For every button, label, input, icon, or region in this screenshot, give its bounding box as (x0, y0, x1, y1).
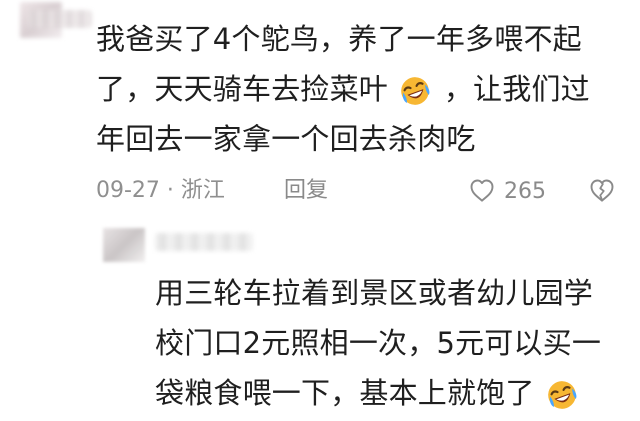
like-button[interactable]: 265 (468, 171, 546, 211)
comment-line-2-part-1: 了，天天骑车去捡菜叶 (96, 72, 389, 106)
reply-line-1: 用三轮车拉着到景区或者幼儿园学 (155, 276, 594, 310)
comment-line-2: 了，天天骑车去捡菜叶 ，让我们过 (96, 64, 626, 114)
comment-meta-row: 09-27 · 浙江 回复 265 (96, 171, 616, 211)
rolling-on-the-floor-laughing-icon (548, 381, 577, 409)
reply-line-3-text: 袋粮食喂一下，基本上就饱了 (155, 376, 535, 410)
reply-line-2: 校门口2元照相一次，5元可以买一 (155, 326, 602, 360)
rolling-on-the-floor-laughing-icon (401, 77, 430, 105)
like-count: 265 (504, 178, 546, 204)
reply-avatar[interactable] (103, 228, 145, 262)
comment-line-3: 年回去一家拿一个回去杀肉吃 (96, 122, 476, 156)
comment-date-location: 09-27 · 浙江 (96, 178, 225, 203)
username-blur (28, 10, 92, 28)
comment-line-1: 我爸买了4个鸵鸟，养了一年多喂不起 (96, 22, 582, 56)
reply-button[interactable]: 回复 (284, 171, 328, 211)
comment-line-2-part-2: ，让我们过 (443, 72, 590, 106)
broken-heart-outline-icon (590, 179, 614, 202)
reply-line-3: 袋粮食喂一下，基本上就饱了 (155, 368, 625, 418)
dislike-button[interactable] (588, 177, 616, 205)
comment-text: 我爸买了4个鸵鸟，养了一年多喂不起 了，天天骑车去捡菜叶 ，让我们过 年回去一家… (96, 14, 626, 164)
reply-username-blur (155, 233, 253, 251)
reply-text: 用三轮车拉着到景区或者幼儿园学 校门口2元照相一次，5元可以买一 袋粮食喂一下，… (155, 268, 625, 418)
heart-outline-icon (470, 179, 494, 202)
